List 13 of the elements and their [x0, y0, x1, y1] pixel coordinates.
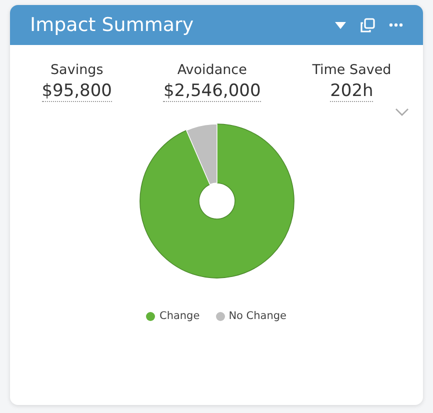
caret-icon[interactable]	[335, 22, 346, 28]
stat-value: 202h	[330, 81, 374, 102]
stat-value: $2,546,000	[163, 81, 261, 102]
legend-label: No Change	[228, 310, 287, 322]
card-title: Impact Summary	[30, 14, 195, 36]
chevron-icon[interactable]	[395, 108, 409, 116]
stat-label: Time Saved	[312, 62, 392, 78]
copy-icon[interactable]	[360, 18, 375, 32]
stat-value: $95,800	[42, 81, 112, 102]
legend-label: Change	[159, 310, 200, 322]
more-icon[interactable]	[389, 23, 403, 27]
stat-label: Savings	[50, 62, 104, 78]
stat-label: Avoidance	[177, 62, 247, 78]
